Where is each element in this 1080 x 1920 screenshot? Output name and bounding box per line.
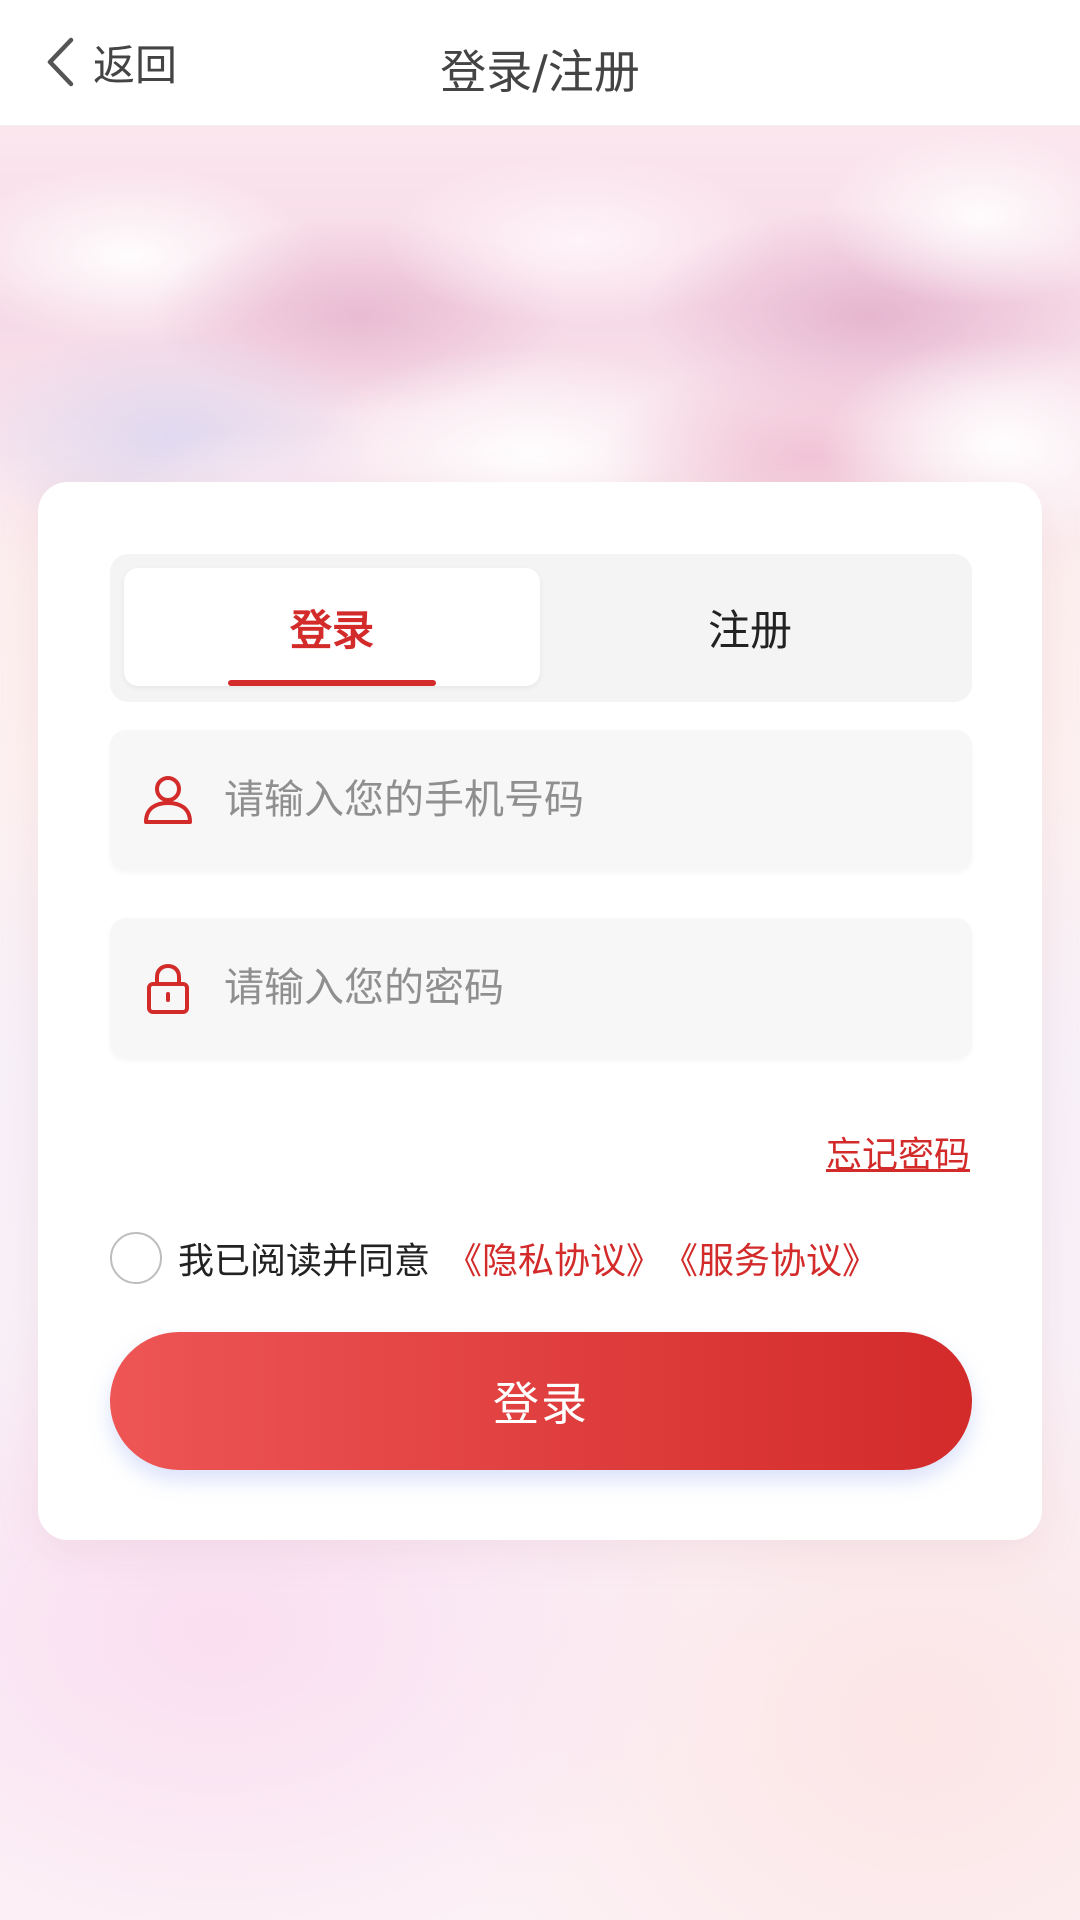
tab-login-label: 登录 xyxy=(289,605,374,655)
privacy-policy-link[interactable]: 《隐私协议》 xyxy=(446,1232,662,1284)
top-bar: 返回 登录/注册 xyxy=(0,0,1080,126)
agreement-row: 我已阅读并同意 《隐私协议》 《服务协议》 xyxy=(110,1230,878,1286)
login-button[interactable]: 登录 xyxy=(110,1332,972,1470)
tab-login[interactable]: 登录 xyxy=(124,568,540,686)
lock-icon xyxy=(138,958,198,1018)
password-field xyxy=(110,918,972,1058)
agree-checkbox[interactable] xyxy=(110,1232,162,1284)
user-icon xyxy=(138,770,198,830)
login-register-tabs: 登录 注册 xyxy=(110,554,972,702)
service-agreement-link[interactable]: 《服务协议》 xyxy=(662,1232,878,1284)
tab-register-label: 注册 xyxy=(707,605,792,655)
phone-field xyxy=(110,730,972,870)
active-tab-indicator xyxy=(228,680,436,686)
password-input[interactable] xyxy=(222,964,926,1012)
page-title: 登录/注册 xyxy=(440,45,640,99)
agree-text: 我已阅读并同意 xyxy=(178,1241,431,1282)
forgot-password-link[interactable]: 忘记密码 xyxy=(826,1126,970,1178)
tab-register[interactable]: 注册 xyxy=(542,568,958,686)
login-card: 登录 注册 忘记密码 我已阅读并同意 《隐私协议》 《服 xyxy=(38,482,1042,1540)
phone-input[interactable] xyxy=(222,776,926,824)
